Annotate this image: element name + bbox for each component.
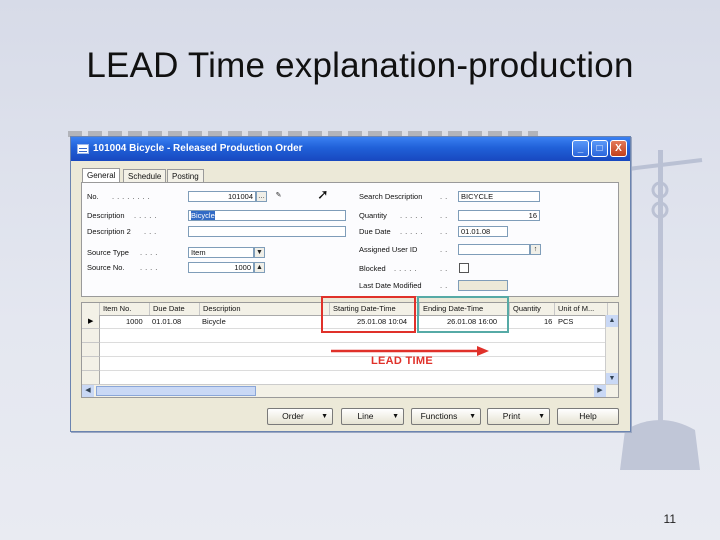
close-button[interactable]: X xyxy=(610,140,627,157)
dot-leader: ... xyxy=(144,227,160,236)
lookup-icon[interactable]: ↑ xyxy=(530,244,541,255)
print-button[interactable]: Print ▼ xyxy=(487,408,550,425)
page-number: 11 xyxy=(663,512,676,526)
horizontal-scrollbar[interactable]: ◀ ▶ xyxy=(82,384,618,397)
line-button-label: Line xyxy=(357,411,374,421)
lookup-arrow-icon[interactable]: ▲ xyxy=(254,262,265,273)
quantity-field[interactable]: 16 xyxy=(458,210,540,221)
cell-quantity[interactable]: 16 xyxy=(544,317,552,326)
general-panel: No. ........ 101004 … ✎ Description ....… xyxy=(81,182,619,297)
edit-pencil-icon[interactable]: ✎ xyxy=(273,191,284,202)
column-header-item-no[interactable]: Item No. xyxy=(100,303,150,315)
row-selector[interactable]: ▶ xyxy=(82,315,100,329)
assist-edit-button[interactable]: … xyxy=(256,191,267,202)
dot-leader: .. xyxy=(440,264,451,273)
scroll-thumb[interactable] xyxy=(96,386,256,396)
scroll-left-icon[interactable]: ◀ xyxy=(82,385,94,397)
description-value: Bicycle xyxy=(191,211,215,220)
row-selector[interactable] xyxy=(82,329,100,343)
production-order-window: 101004 Bicycle - Released Production Ord… xyxy=(70,136,631,432)
dot-leader: ..... xyxy=(400,211,426,220)
source-no-label: Source No. xyxy=(87,263,125,272)
minimize-button[interactable]: _ xyxy=(572,140,589,157)
cell-item-no[interactable]: 1000 xyxy=(126,317,143,326)
dot-leader: ..... xyxy=(394,264,420,273)
ending-date-highlight xyxy=(417,296,509,333)
dot-leader: ..... xyxy=(400,227,426,236)
description-2-label: Description 2 xyxy=(87,227,131,236)
last-date-modified-field xyxy=(458,280,508,291)
mouse-cursor-icon: ➚ xyxy=(317,186,329,202)
dropdown-arrow-icon: ▼ xyxy=(469,413,476,420)
source-type-select[interactable]: Item xyxy=(188,247,254,258)
line-button[interactable]: Line ▼ xyxy=(341,408,404,425)
last-date-modified-label: Last Date Modified xyxy=(359,281,422,290)
dot-leader: ........ xyxy=(112,192,153,201)
dropdown-arrow-icon: ▼ xyxy=(321,413,328,420)
dot-leader: .. xyxy=(440,245,451,254)
order-button[interactable]: Order ▼ xyxy=(267,408,333,425)
dot-leader: .... xyxy=(140,248,161,257)
scroll-up-icon[interactable]: ▲ xyxy=(606,315,618,327)
starting-date-highlight xyxy=(321,296,416,333)
tab-general[interactable]: General xyxy=(82,168,121,183)
scroll-right-icon[interactable]: ▶ xyxy=(594,385,606,397)
dot-leader: .. xyxy=(440,211,451,220)
window-title-bar[interactable]: 101004 Bicycle - Released Production Ord… xyxy=(71,137,630,161)
dropdown-arrow-icon: ▼ xyxy=(538,413,545,420)
help-button[interactable]: Help xyxy=(557,408,619,425)
no-field[interactable]: 101004 xyxy=(188,191,256,202)
grid-line xyxy=(100,370,606,371)
dot-leader: ..... xyxy=(134,211,160,220)
row-selector[interactable] xyxy=(82,343,100,357)
lead-time-label: LEAD TIME xyxy=(371,355,433,367)
window-title: 101004 Bicycle - Released Production Ord… xyxy=(93,143,303,154)
grid-line xyxy=(100,342,606,343)
dot-leader: .... xyxy=(140,263,161,272)
search-description-label: Search Description xyxy=(359,192,423,201)
blocked-label: Blocked xyxy=(359,264,386,273)
row-selector[interactable] xyxy=(82,371,100,385)
no-label: No. xyxy=(87,192,99,201)
dot-leader: .. xyxy=(440,227,451,236)
assigned-user-field[interactable] xyxy=(458,244,530,255)
source-type-label: Source Type xyxy=(87,248,129,257)
vertical-scrollbar[interactable]: ▲ ▼ xyxy=(605,315,618,385)
dropdown-arrow-icon[interactable]: ▼ xyxy=(254,247,265,258)
row-selector-header xyxy=(82,303,100,315)
cell-due-date[interactable]: 01.01.08 xyxy=(152,317,181,326)
due-date-field[interactable]: 01.01.08 xyxy=(458,226,508,237)
functions-button-label: Functions xyxy=(420,411,458,421)
description-field[interactable]: Bicycle xyxy=(188,210,346,221)
tab-schedule[interactable]: Schedule xyxy=(123,169,167,183)
maximize-button[interactable]: □ xyxy=(591,140,608,157)
description-2-field[interactable] xyxy=(188,226,346,237)
due-date-label: Due Date xyxy=(359,227,391,236)
cell-unit-of-measure[interactable]: PCS xyxy=(558,317,573,326)
print-button-label: Print xyxy=(502,411,521,421)
cell-description[interactable]: Bicycle xyxy=(202,317,226,326)
description-label: Description xyxy=(87,211,125,220)
column-header-due-date[interactable]: Due Date xyxy=(150,303,200,315)
dot-leader: .. xyxy=(440,192,451,201)
help-button-label: Help xyxy=(579,411,597,421)
dot-leader: .. xyxy=(440,281,451,290)
assigned-user-label: Assigned User ID xyxy=(359,245,418,254)
row-selector[interactable] xyxy=(82,357,100,371)
functions-button[interactable]: Functions ▼ xyxy=(411,408,481,425)
tab-posting[interactable]: Posting xyxy=(167,169,204,183)
search-description-field[interactable]: BICYCLE xyxy=(458,191,540,202)
column-header-quantity[interactable]: Quantity xyxy=(510,303,555,315)
column-header-unit-of-measure[interactable]: Unit of M... xyxy=(555,303,608,315)
slide-title: LEAD Time explanation-production xyxy=(86,46,634,85)
dropdown-arrow-icon: ▼ xyxy=(392,413,399,420)
order-button-label: Order xyxy=(282,411,304,421)
blocked-checkbox[interactable] xyxy=(459,263,469,273)
column-header-description[interactable]: Description xyxy=(200,303,330,315)
source-no-field[interactable]: 1000 xyxy=(188,262,254,273)
quantity-label: Quantity xyxy=(359,211,387,220)
form-icon xyxy=(77,144,89,154)
